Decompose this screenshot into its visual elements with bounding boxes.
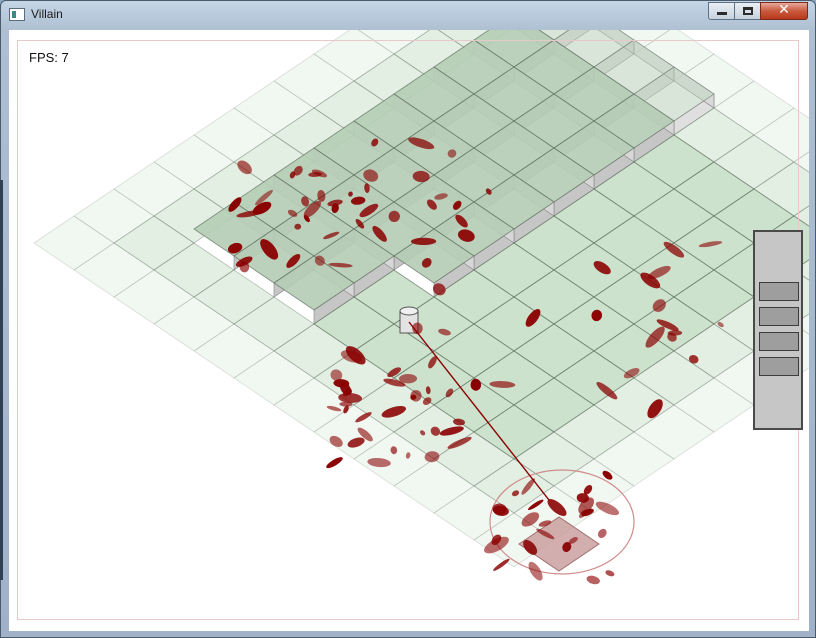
maximize-icon [743, 7, 753, 15]
fps-counter: FPS: 7 [29, 50, 69, 65]
maximize-button[interactable] [734, 2, 761, 20]
app-icon [9, 8, 25, 21]
viewport-frame [17, 40, 799, 620]
title-bar[interactable]: Villain ✕ [1, 1, 815, 29]
window-edge [0, 180, 3, 580]
minimize-button[interactable] [708, 2, 735, 20]
close-icon: ✕ [778, 2, 790, 18]
panel-button-2[interactable] [759, 307, 799, 326]
panel-button-1[interactable] [759, 282, 799, 301]
window-title: Villain [31, 7, 63, 21]
close-button[interactable]: ✕ [760, 2, 808, 20]
panel-button-3[interactable] [759, 332, 799, 351]
panel-button-4[interactable] [759, 357, 799, 376]
side-panel [753, 230, 803, 430]
game-viewport[interactable]: FPS: 7 [9, 30, 809, 631]
app-window: Villain ✕ FPS: 7 [0, 0, 816, 638]
minimize-icon [717, 12, 727, 15]
